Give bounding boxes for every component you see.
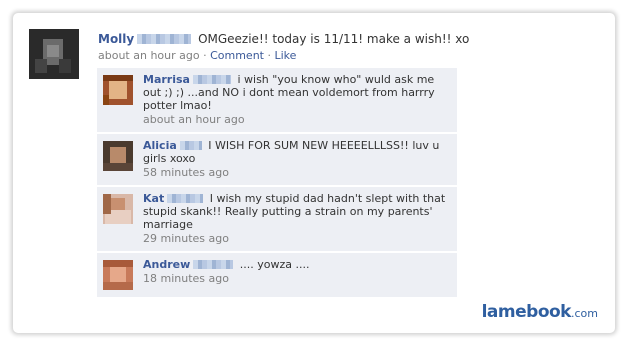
comments-list: Marrisa i wish "you know who" wuld ask m… xyxy=(97,68,457,299)
post-text: OMGeezie!! today is 11/11! make a wish!!… xyxy=(198,32,470,46)
post-meta: about an hour ago · Comment · Like xyxy=(98,48,603,64)
comment-time[interactable]: 58 minutes ago xyxy=(143,165,451,180)
post-author-name[interactable]: Molly xyxy=(98,32,134,46)
commenter-name[interactable]: Marrisa xyxy=(143,73,190,86)
comment-item: Andrew .... yowza .... 18 minutes ago xyxy=(97,253,457,297)
comment-item: Alicia I WISH FOR SUM NEW HEEEELLLSS!! l… xyxy=(97,134,457,185)
lamebook-logo: lamebook.com xyxy=(482,302,598,322)
comment-link[interactable]: Comment xyxy=(210,49,264,62)
redacted-surname xyxy=(167,194,204,203)
comment-item: Marrisa i wish "you know who" wuld ask m… xyxy=(97,68,457,132)
post-body: Molly OMGeezie!! today is 11/11! make a … xyxy=(98,30,603,64)
comment-text-block: Alicia I WISH FOR SUM NEW HEEEELLLSS!! l… xyxy=(143,139,451,165)
redacted-surname xyxy=(192,75,231,84)
comment-time[interactable]: about an hour ago xyxy=(143,112,451,127)
brand-tld: .com xyxy=(571,307,598,320)
comment-text-block: Marrisa i wish "you know who" wuld ask m… xyxy=(143,73,451,112)
comment-time[interactable]: 29 minutes ago xyxy=(143,231,451,246)
brand-name: lamebook xyxy=(481,302,572,322)
commenter-avatar[interactable] xyxy=(103,260,133,290)
comment-text-block: Andrew .... yowza .... xyxy=(143,258,451,271)
commenter-name[interactable]: Alicia xyxy=(143,139,177,152)
post-author-avatar[interactable] xyxy=(29,29,79,79)
commenter-avatar[interactable] xyxy=(103,141,133,171)
comment-time[interactable]: 18 minutes ago xyxy=(143,271,451,286)
comment-text-block: Kat I wish my stupid dad hadn't slept wi… xyxy=(143,192,451,231)
commenter-avatar[interactable] xyxy=(103,75,133,105)
commenter-name[interactable]: Kat xyxy=(143,192,164,205)
comment-text: .... yowza .... xyxy=(239,258,310,271)
redacted-surname xyxy=(179,141,202,150)
like-link[interactable]: Like xyxy=(275,49,297,62)
redacted-surname xyxy=(193,260,234,269)
meta-separator: · xyxy=(267,49,272,62)
post-line: Molly OMGeezie!! today is 11/11! make a … xyxy=(98,30,603,48)
comment-item: Kat I wish my stupid dad hadn't slept wi… xyxy=(97,187,457,251)
post-time[interactable]: about an hour ago xyxy=(98,49,200,62)
commenter-name[interactable]: Andrew xyxy=(143,258,190,271)
commenter-avatar[interactable] xyxy=(103,194,133,224)
redacted-surname xyxy=(137,34,192,44)
post-card: Molly OMGeezie!! today is 11/11! make a … xyxy=(13,13,615,333)
meta-separator: · xyxy=(203,49,207,62)
